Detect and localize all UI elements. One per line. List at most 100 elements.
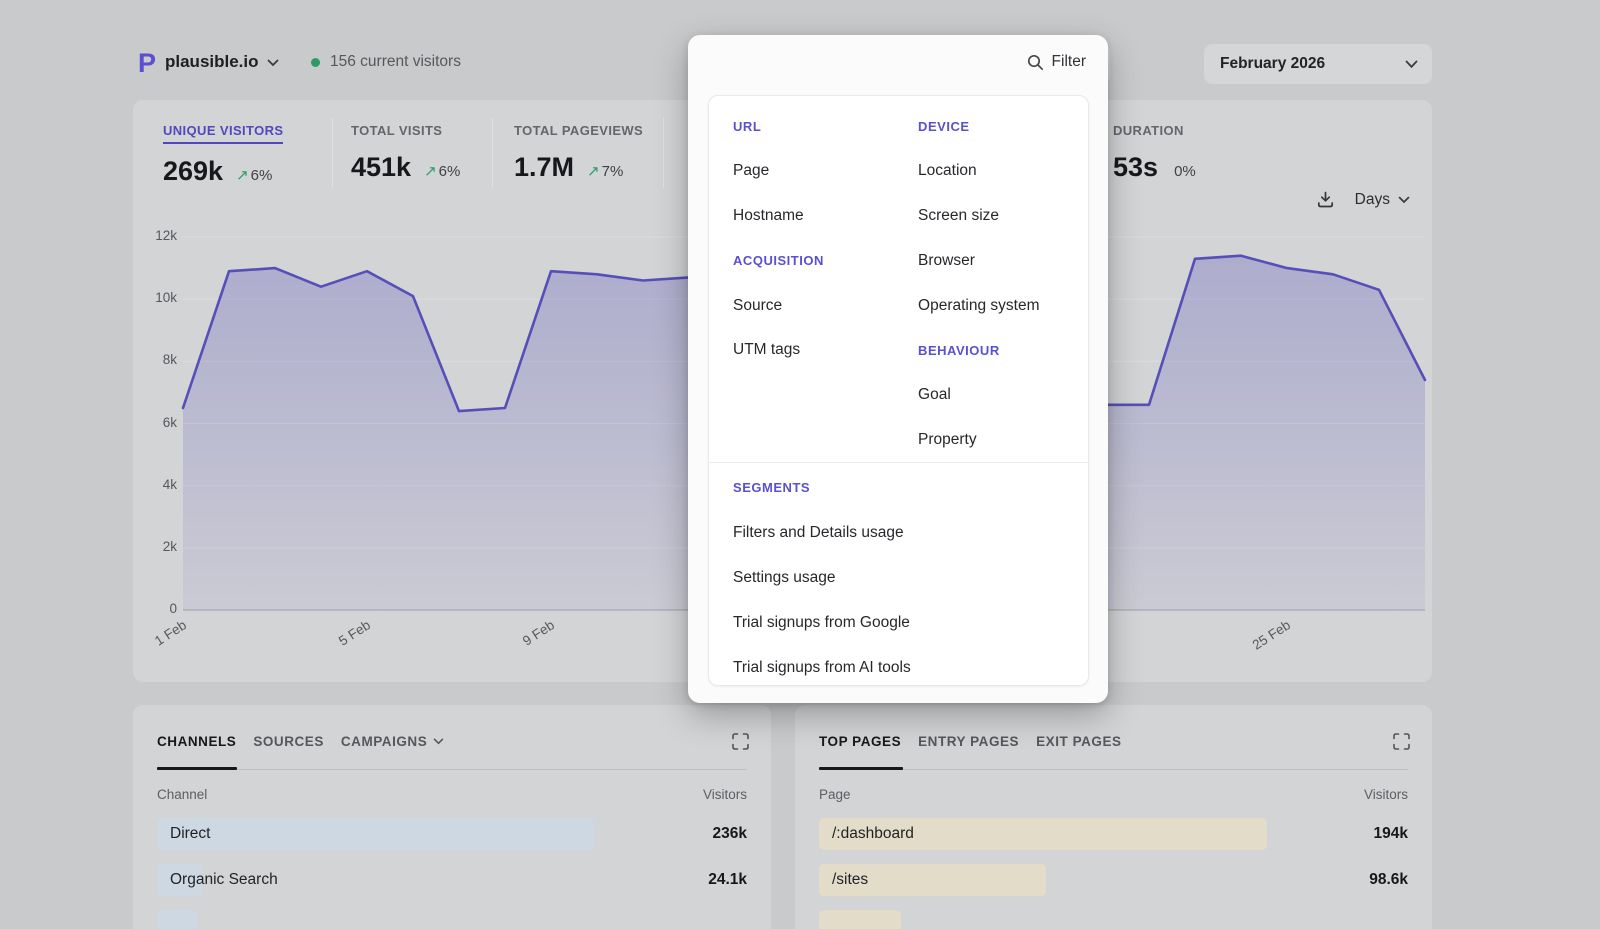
filter-column: URLPageHostnameACQUISITIONSourceUTM tags [709, 104, 894, 462]
stat-unique-visitors[interactable]: UNIQUE VISITORS 269k ↗6% [163, 122, 283, 187]
trend-up-icon: ↗ [424, 163, 437, 180]
filter-item-property[interactable]: Property [894, 418, 1088, 463]
filter-columns: URLPageHostnameACQUISITIONSourceUTM tags… [709, 96, 1088, 462]
segments-header: SEGMENTS [709, 465, 1088, 510]
filter-button[interactable]: Filter [1027, 53, 1086, 71]
stat-duration[interactable]: DURATION 53s 0% [1113, 122, 1196, 183]
date-range-label: February 2026 [1220, 55, 1325, 73]
table-row [819, 903, 1408, 929]
y-axis-tick-label: 12k [141, 228, 177, 243]
interval-select[interactable]: Days [1355, 191, 1410, 209]
row-value: 236k [713, 811, 747, 857]
active-tab-underline [157, 767, 237, 770]
filter-item-operating-system[interactable]: Operating system [894, 283, 1088, 328]
table-row[interactable]: /sites 98.6k [819, 857, 1408, 903]
row-label: /:dashboard [832, 811, 914, 857]
column-header-page: Page [819, 787, 851, 802]
filter-button-label: Filter [1052, 53, 1086, 71]
segment-item-settings-usage[interactable]: Settings usage [709, 555, 1088, 600]
tab-divider [157, 769, 747, 770]
y-axis-tick-label: 4k [141, 477, 177, 492]
table-row[interactable]: Direct 236k [157, 811, 747, 857]
y-axis-tick-label: 2k [141, 539, 177, 554]
table-row[interactable]: Organic Search 24.1k [157, 857, 747, 903]
y-axis-tick-label: 0 [141, 601, 177, 616]
plausible-logo-icon: P [137, 49, 161, 77]
trend-up-icon: ↗ [236, 167, 249, 184]
y-axis-tick-label: 8k [141, 352, 177, 367]
filter-item-utm-tags[interactable]: UTM tags [709, 328, 894, 373]
active-tab-underline [819, 767, 903, 770]
row-label: Direct [170, 811, 210, 857]
filter-item-screen-size[interactable]: Screen size [894, 194, 1088, 239]
channels-panel: CHANNELS SOURCES CAMPAIGNS Channel Visit… [133, 705, 771, 929]
x-axis-tick-label: 9 Feb [497, 617, 557, 663]
chevron-down-icon[interactable] [267, 59, 279, 67]
tab-channels[interactable]: CHANNELS [157, 734, 236, 749]
tab-entry-pages[interactable]: ENTRY PAGES [918, 734, 1019, 749]
segment-item-trial-signups-from-ai-tools[interactable]: Trial signups from AI tools [709, 645, 1088, 686]
site-name[interactable]: plausible.io [165, 52, 259, 72]
live-dot-icon [311, 58, 320, 67]
expand-icon[interactable] [1393, 733, 1410, 750]
stat-total-pageviews[interactable]: TOTAL PAGEVIEWS 1.7M ↗7% [514, 122, 643, 183]
filter-item-location[interactable]: Location [894, 149, 1088, 194]
row-label: Organic Search [170, 857, 278, 903]
segment-item-filters-and-details-usage[interactable]: Filters and Details usage [709, 510, 1088, 555]
date-range-select[interactable]: February 2026 [1204, 44, 1432, 84]
column-header-visitors: Visitors [1364, 787, 1408, 802]
filter-section-header: ACQUISITION [709, 238, 894, 283]
column-header-channel: Channel [157, 787, 207, 802]
channels-tabs: CHANNELS SOURCES CAMPAIGNS [157, 734, 711, 749]
filter-item-hostname[interactable]: Hostname [709, 194, 894, 239]
download-icon[interactable] [1316, 190, 1335, 209]
pages-rows: /:dashboard 194k/sites 98.6k [819, 811, 1408, 929]
filter-section-header: DEVICE [894, 104, 1088, 149]
expand-icon[interactable] [732, 733, 749, 750]
table-row[interactable]: /:dashboard 194k [819, 811, 1408, 857]
segments-list: SEGMENTSFilters and Details usageSetting… [709, 463, 1088, 686]
filter-item-page[interactable]: Page [709, 149, 894, 194]
column-header-visitors: Visitors [703, 787, 747, 802]
channel-bar [157, 910, 197, 929]
filter-section-header: URL [709, 104, 894, 149]
filter-item-goal[interactable]: Goal [894, 373, 1088, 418]
filter-item-source[interactable]: Source [709, 283, 894, 328]
tab-sources[interactable]: SOURCES [253, 734, 324, 749]
chevron-down-icon [1398, 196, 1410, 204]
filter-card: URLPageHostnameACQUISITIONSourceUTM tags… [708, 95, 1089, 686]
interval-label: Days [1355, 191, 1390, 209]
y-axis-tick-label: 6k [141, 415, 177, 430]
search-icon [1027, 54, 1044, 71]
svg-text:P: P [138, 49, 156, 77]
trend-up-icon: ↗ [587, 163, 600, 180]
pages-tabs: TOP PAGES ENTRY PAGES EXIT PAGES [819, 734, 1372, 749]
channel-bar [157, 818, 594, 850]
row-value: 24.1k [708, 857, 747, 903]
stat-divider [492, 118, 493, 188]
tab-exit-pages[interactable]: EXIT PAGES [1036, 734, 1121, 749]
table-row [157, 903, 747, 929]
chevron-down-icon [1405, 60, 1418, 69]
x-axis-tick-label: 25 Feb [1233, 617, 1293, 663]
stat-divider [332, 118, 333, 188]
x-axis-tick-label: 1 Feb [129, 617, 189, 663]
pages-panel: TOP PAGES ENTRY PAGES EXIT PAGES Page Vi… [795, 705, 1432, 929]
row-value: 194k [1374, 811, 1408, 857]
filter-column: DEVICELocationScreen sizeBrowserOperatin… [894, 104, 1088, 462]
tab-campaigns[interactable]: CAMPAIGNS [341, 734, 444, 749]
row-value: 98.6k [1369, 857, 1408, 903]
channels-rows: Direct 236k Organic Search 24.1k [157, 811, 747, 929]
y-axis-tick-label: 10k [141, 290, 177, 305]
row-label: /sites [832, 857, 868, 903]
tab-top-pages[interactable]: TOP PAGES [819, 734, 901, 749]
filter-dropdown: Filter URLPageHostnameACQUISITIONSourceU… [688, 35, 1108, 703]
current-visitors[interactable]: 156 current visitors [311, 53, 461, 71]
stat-divider [663, 118, 664, 188]
segment-item-trial-signups-from-google[interactable]: Trial signups from Google [709, 600, 1088, 645]
x-axis-tick-label: 5 Feb [313, 617, 373, 663]
tab-divider [819, 769, 1408, 770]
stat-total-visits[interactable]: TOTAL VISITS 451k ↗6% [351, 122, 460, 183]
chevron-down-icon [433, 738, 444, 745]
filter-item-browser[interactable]: Browser [894, 238, 1088, 283]
